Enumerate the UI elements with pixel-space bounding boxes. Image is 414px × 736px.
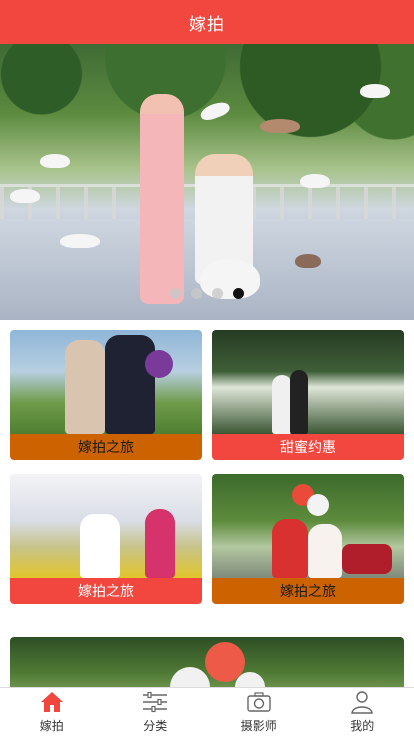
banner-carousel[interactable] [0, 44, 414, 320]
couple-figure [272, 375, 292, 434]
category-card[interactable]: 嫁拍之旅 [10, 474, 202, 604]
home-icon [40, 692, 63, 712]
tab-category[interactable]: 分类 [104, 688, 208, 736]
user-icon [351, 691, 374, 714]
page-title: 嫁拍 [189, 14, 225, 35]
dove-icon [360, 84, 390, 98]
tab-home[interactable]: 嫁拍 [0, 688, 104, 736]
dove-icon [10, 189, 40, 203]
card-photo [10, 474, 202, 578]
tab-label: 我的 [350, 719, 375, 733]
carousel-indicator [0, 288, 414, 300]
tab-photographer[interactable]: 摄影师 [207, 688, 311, 736]
banner-bride-figure [140, 94, 184, 304]
card-label: 嫁拍之旅 [10, 578, 202, 604]
car-icon [342, 544, 392, 574]
tab-label: 摄影师 [240, 719, 277, 733]
card-label: 嫁拍之旅 [212, 578, 404, 604]
couple-figure [290, 370, 308, 434]
balloon-icon [307, 494, 329, 516]
card-label: 嫁拍之旅 [10, 434, 202, 460]
couple-figure [65, 340, 105, 434]
dove-icon [40, 154, 70, 168]
couple-figure [145, 509, 175, 578]
category-card[interactable]: 甜蜜约惠 [212, 330, 404, 460]
category-card[interactable]: 嫁拍之旅 [212, 474, 404, 604]
tab-label: 分类 [143, 719, 168, 733]
tab-mine[interactable]: 我的 [311, 688, 414, 736]
dove-icon [260, 119, 300, 133]
carousel-dot[interactable] [170, 288, 181, 299]
couple-figure [105, 335, 155, 434]
bottom-tab-bar: 嫁拍 分类 摄影师 我的 [0, 687, 414, 736]
tab-label: 嫁拍 [39, 719, 64, 733]
dove-icon [295, 254, 321, 268]
dove-icon [60, 234, 100, 248]
dove-icon [300, 174, 330, 188]
app-header: 嫁拍 [0, 0, 414, 44]
bouquet-icon [145, 350, 173, 378]
category-card[interactable]: 嫁拍之旅 [10, 330, 202, 460]
sliders-icon [143, 691, 168, 713]
card-photo [10, 330, 202, 434]
carousel-dot[interactable] [191, 288, 202, 299]
card-photo [212, 474, 404, 578]
couple-figure [80, 514, 120, 578]
card-photo [212, 330, 404, 434]
carousel-dot-active[interactable] [233, 288, 244, 299]
couple-figure [308, 524, 342, 578]
camera-icon [247, 692, 271, 712]
carousel-dot[interactable] [212, 288, 223, 299]
couple-figure [272, 519, 308, 578]
card-label: 甜蜜约惠 [212, 434, 404, 460]
